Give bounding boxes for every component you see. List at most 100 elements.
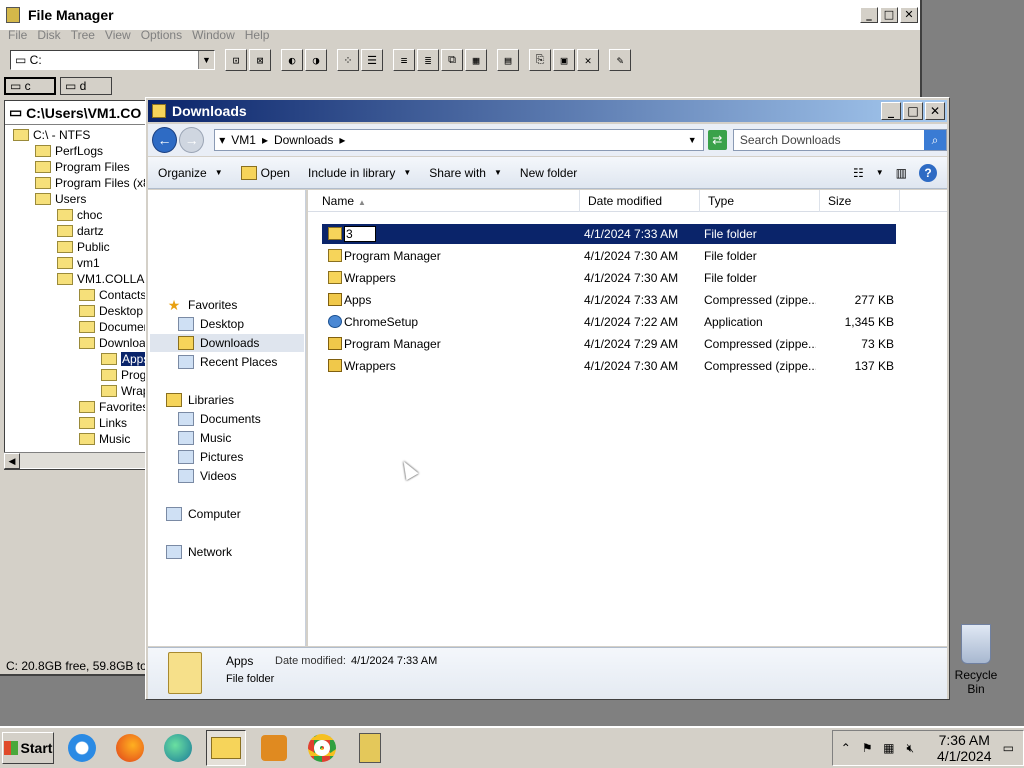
chrome-icon[interactable] — [302, 730, 342, 766]
search-icon[interactable]: ⌕ — [924, 130, 946, 150]
tree-item[interactable]: Program Files (x86) — [35, 175, 153, 191]
edge-icon[interactable] — [158, 730, 198, 766]
rename-input[interactable]: 3 — [344, 226, 376, 242]
nav-videos[interactable]: Videos — [178, 467, 236, 485]
nav-downloads[interactable]: Downloads — [150, 334, 304, 352]
start-button[interactable]: Start — [2, 732, 54, 764]
tree-item[interactable]: Public — [57, 239, 110, 255]
chevron-right-icon[interactable]: ▸ — [262, 133, 268, 147]
menu-disk[interactable]: Disk — [37, 28, 60, 46]
column-name[interactable]: Name ▲ — [314, 190, 580, 212]
file-row[interactable]: Program Manager 4/1/2024 7:29 AM Compresse… — [322, 334, 896, 354]
explorer-titlebar[interactable]: Downloads _ □ ✕ — [148, 100, 947, 122]
sort-size-button[interactable]: ⧉ — [441, 49, 463, 71]
open-button[interactable]: Open — [240, 165, 290, 180]
column-type[interactable]: Type — [700, 190, 820, 212]
chevron-down-icon[interactable]: ▼ — [876, 168, 884, 177]
file-row[interactable]: Program Manager 4/1/2024 7:30 AM File fold… — [322, 246, 896, 266]
breadcrumb-downloads[interactable]: Downloads — [274, 133, 333, 147]
horizontal-scrollbar[interactable]: ◀ — [4, 452, 154, 469]
nav-network[interactable]: Network — [166, 543, 232, 561]
new-window-button[interactable]: ▤ — [497, 49, 519, 71]
tree-item[interactable]: PerfLogs — [35, 143, 103, 159]
nav-documents[interactable]: Documents — [178, 410, 261, 428]
chevron-down-icon[interactable]: ▼ — [198, 51, 214, 69]
large-icons-button[interactable]: ⁘ — [337, 49, 359, 71]
nav-desktop[interactable]: Desktop — [178, 315, 244, 333]
tree-item[interactable]: Contacts — [79, 287, 146, 303]
tree-item[interactable]: Favorites — [79, 399, 148, 415]
menu-tree[interactable]: Tree — [71, 28, 95, 46]
tree-item[interactable]: Program Files — [35, 159, 130, 175]
tree-item[interactable]: Links — [79, 415, 127, 431]
include-in-library-button[interactable]: Include in library ▼ — [308, 166, 411, 180]
forward-button[interactable]: → — [179, 127, 205, 153]
file-manager-icon[interactable] — [350, 730, 390, 766]
tree-item[interactable]: dartz — [57, 223, 104, 239]
back-button[interactable]: ← — [152, 127, 178, 153]
refresh-icon[interactable]: ⇄ — [707, 130, 727, 150]
close-button[interactable]: ✕ — [900, 7, 918, 23]
preview-pane-icon[interactable]: ▥ — [896, 166, 907, 180]
close-button[interactable]: ✕ — [925, 102, 945, 120]
menu-help[interactable]: Help — [245, 28, 270, 46]
clock[interactable]: 7:36 AM 4/1/2024 — [937, 732, 992, 764]
menu-view[interactable]: View — [105, 28, 131, 46]
column-date[interactable]: Date modified — [580, 190, 700, 212]
tree-item[interactable]: Download — [79, 335, 152, 351]
tree-item[interactable]: Users — [35, 191, 86, 207]
nav-recent-places[interactable]: Recent Places — [178, 353, 277, 371]
properties-button[interactable]: ✎ — [609, 49, 631, 71]
scroll-left-icon[interactable]: ◀ — [4, 453, 20, 469]
file-row[interactable]: Apps 4/1/2024 7:33 AM Compressed (zippe...… — [322, 290, 896, 310]
sort-date-button[interactable]: ▦ — [465, 49, 487, 71]
tree-item[interactable]: vm1 — [57, 255, 100, 271]
media-player-icon[interactable] — [254, 730, 294, 766]
address-bar[interactable]: ▾ VM1 ▸ Downloads ▸ ▼ — [214, 129, 704, 151]
stop-share-button[interactable]: ◑ — [305, 49, 327, 71]
search-input[interactable]: Search Downloads ⌕ — [732, 129, 947, 151]
tree-item[interactable]: VM1.COLLABN — [57, 271, 153, 287]
firefox-icon[interactable] — [110, 730, 150, 766]
file-explorer-icon[interactable] — [206, 730, 246, 766]
delete-button[interactable]: ✕ — [577, 49, 599, 71]
network-icon[interactable]: ▦ — [882, 741, 896, 755]
show-desktop-icon[interactable]: ▭ — [1002, 741, 1016, 755]
breadcrumb-vm1[interactable]: VM1 — [231, 133, 256, 147]
nav-pictures[interactable]: Pictures — [178, 448, 243, 466]
share-button[interactable]: ◐ — [281, 49, 303, 71]
share-with-button[interactable]: Share with ▼ — [429, 166, 502, 180]
recycle-bin[interactable]: Recycle Bin — [946, 624, 1006, 696]
paste-button[interactable]: ▣ — [553, 49, 575, 71]
drive-c-button[interactable]: ▭ c — [4, 77, 56, 95]
nav-computer[interactable]: Computer — [166, 505, 241, 523]
chevron-up-icon[interactable]: ⌃ — [839, 741, 853, 755]
tree-item[interactable]: Progr — [101, 367, 150, 383]
drive-d-button[interactable]: ▭ d — [60, 77, 112, 95]
chevron-down-icon[interactable]: ▼ — [688, 135, 697, 145]
maximize-button[interactable]: □ — [903, 102, 923, 120]
internet-explorer-icon[interactable] — [62, 730, 102, 766]
column-size[interactable]: Size — [820, 190, 900, 212]
menu-file[interactable]: File — [8, 28, 27, 46]
drive-select[interactable]: ▭ C: ▼ — [10, 50, 215, 70]
flag-icon[interactable]: ⚑ — [861, 741, 875, 755]
nav-music[interactable]: Music — [178, 429, 231, 447]
copy-button[interactable]: ⎘ — [529, 49, 551, 71]
menu-window[interactable]: Window — [192, 28, 235, 46]
volume-muted-icon[interactable]: 🔇︎ — [904, 741, 918, 755]
list-view-button[interactable]: ☰ — [361, 49, 383, 71]
minimize-button[interactable]: _ — [881, 102, 901, 120]
tree-item[interactable]: Apps — [101, 351, 151, 367]
tree-item[interactable]: Desktop — [79, 303, 143, 319]
chevron-right-icon[interactable]: ▸ — [339, 133, 345, 147]
new-folder-button[interactable]: New folder — [520, 166, 577, 180]
sort-name-button[interactable]: ≡ — [393, 49, 415, 71]
tree-item[interactable]: Document — [79, 319, 153, 335]
sort-type-button[interactable]: ≣ — [417, 49, 439, 71]
organize-button[interactable]: Organize ▼ — [158, 166, 223, 180]
connect-drive-button[interactable]: ⊡ — [225, 49, 247, 71]
maximize-button[interactable]: □ — [880, 7, 898, 23]
tree-item[interactable]: Wrap — [101, 383, 149, 399]
tree-item[interactable]: Music — [79, 431, 130, 447]
